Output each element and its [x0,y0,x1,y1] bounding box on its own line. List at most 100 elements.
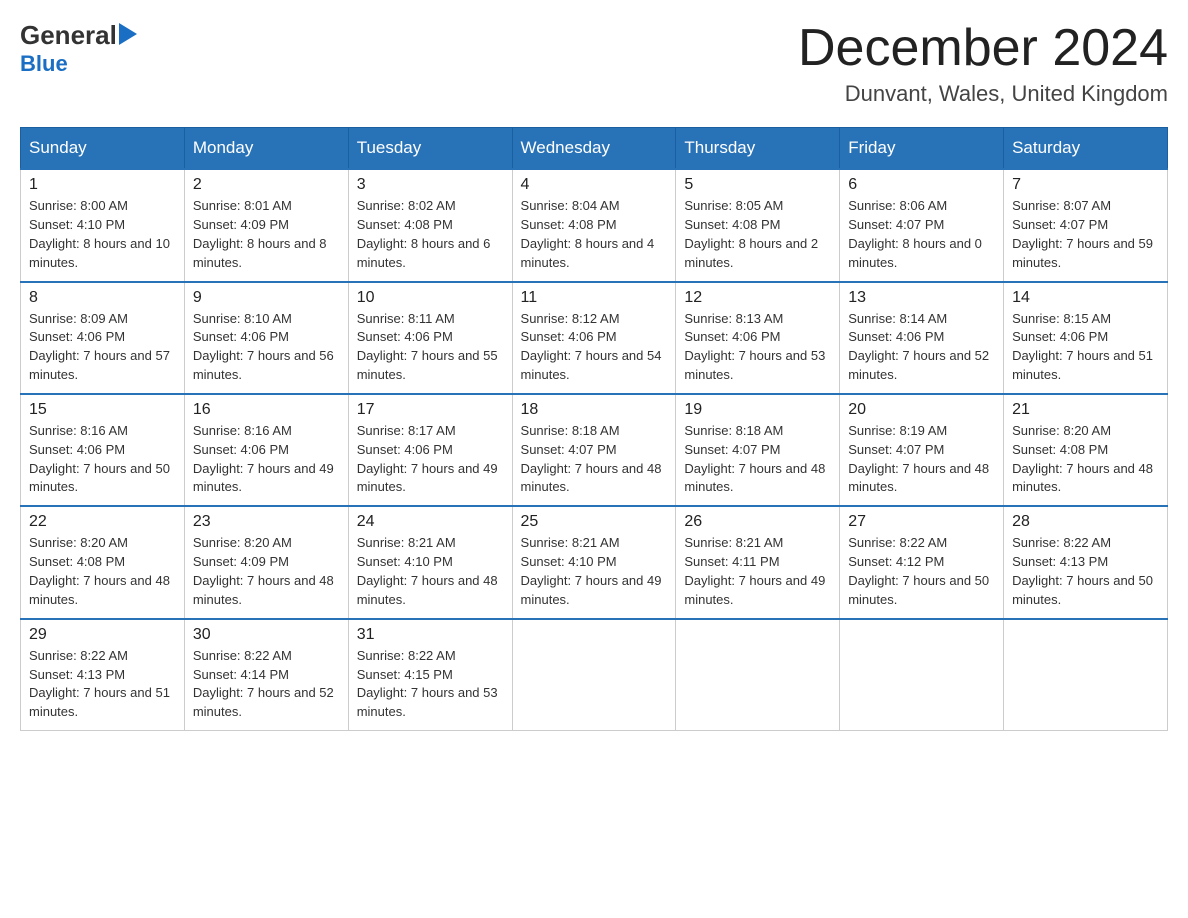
day-cell: 13 Sunrise: 8:14 AMSunset: 4:06 PMDaylig… [840,282,1004,394]
day-cell: 17 Sunrise: 8:17 AMSunset: 4:06 PMDaylig… [348,394,512,506]
day-cell: 21 Sunrise: 8:20 AMSunset: 4:08 PMDaylig… [1004,394,1168,506]
day-cell: 3 Sunrise: 8:02 AMSunset: 4:08 PMDayligh… [348,169,512,281]
day-number: 13 [848,289,995,307]
day-cell: 22 Sunrise: 8:20 AMSunset: 4:08 PMDaylig… [21,506,185,618]
day-info: Sunrise: 8:02 AMSunset: 4:08 PMDaylight:… [357,197,504,272]
day-number: 11 [521,289,668,307]
day-cell [512,619,676,731]
day-number: 21 [1012,401,1159,419]
day-cell: 18 Sunrise: 8:18 AMSunset: 4:07 PMDaylig… [512,394,676,506]
day-cell: 11 Sunrise: 8:12 AMSunset: 4:06 PMDaylig… [512,282,676,394]
logo-general: General [20,20,117,51]
day-cell: 20 Sunrise: 8:19 AMSunset: 4:07 PMDaylig… [840,394,1004,506]
day-number: 3 [357,176,504,194]
day-number: 25 [521,513,668,531]
day-cell: 16 Sunrise: 8:16 AMSunset: 4:06 PMDaylig… [184,394,348,506]
day-number: 16 [193,401,340,419]
day-cell: 10 Sunrise: 8:11 AMSunset: 4:06 PMDaylig… [348,282,512,394]
week-row-4: 22 Sunrise: 8:20 AMSunset: 4:08 PMDaylig… [21,506,1168,618]
title-section: December 2024 Dunvant, Wales, United Kin… [798,20,1168,107]
logo-blue: Blue [20,51,68,77]
day-info: Sunrise: 8:12 AMSunset: 4:06 PMDaylight:… [521,310,668,385]
day-number: 14 [1012,289,1159,307]
day-info: Sunrise: 8:16 AMSunset: 4:06 PMDaylight:… [29,422,176,497]
day-info: Sunrise: 8:20 AMSunset: 4:08 PMDaylight:… [1012,422,1159,497]
week-row-5: 29 Sunrise: 8:22 AMSunset: 4:13 PMDaylig… [21,619,1168,731]
month-title: December 2024 [798,20,1168,77]
day-number: 29 [29,626,176,644]
day-number: 5 [684,176,831,194]
day-cell: 25 Sunrise: 8:21 AMSunset: 4:10 PMDaylig… [512,506,676,618]
day-info: Sunrise: 8:22 AMSunset: 4:14 PMDaylight:… [193,647,340,722]
day-info: Sunrise: 8:13 AMSunset: 4:06 PMDaylight:… [684,310,831,385]
day-info: Sunrise: 8:07 AMSunset: 4:07 PMDaylight:… [1012,197,1159,272]
day-cell [676,619,840,731]
day-info: Sunrise: 8:01 AMSunset: 4:09 PMDaylight:… [193,197,340,272]
day-info: Sunrise: 8:09 AMSunset: 4:06 PMDaylight:… [29,310,176,385]
day-number: 31 [357,626,504,644]
day-info: Sunrise: 8:17 AMSunset: 4:06 PMDaylight:… [357,422,504,497]
day-info: Sunrise: 8:04 AMSunset: 4:08 PMDaylight:… [521,197,668,272]
week-row-3: 15 Sunrise: 8:16 AMSunset: 4:06 PMDaylig… [21,394,1168,506]
day-cell: 30 Sunrise: 8:22 AMSunset: 4:14 PMDaylig… [184,619,348,731]
day-cell: 6 Sunrise: 8:06 AMSunset: 4:07 PMDayligh… [840,169,1004,281]
day-cell: 15 Sunrise: 8:16 AMSunset: 4:06 PMDaylig… [21,394,185,506]
day-number: 2 [193,176,340,194]
day-cell: 2 Sunrise: 8:01 AMSunset: 4:09 PMDayligh… [184,169,348,281]
day-number: 6 [848,176,995,194]
day-info: Sunrise: 8:20 AMSunset: 4:08 PMDaylight:… [29,534,176,609]
day-cell: 27 Sunrise: 8:22 AMSunset: 4:12 PMDaylig… [840,506,1004,618]
day-info: Sunrise: 8:00 AMSunset: 4:10 PMDaylight:… [29,197,176,272]
day-number: 8 [29,289,176,307]
day-info: Sunrise: 8:15 AMSunset: 4:06 PMDaylight:… [1012,310,1159,385]
day-cell: 7 Sunrise: 8:07 AMSunset: 4:07 PMDayligh… [1004,169,1168,281]
header-wednesday: Wednesday [512,128,676,170]
calendar-table: SundayMondayTuesdayWednesdayThursdayFrid… [20,127,1168,731]
logo-arrow-icon [119,23,137,50]
day-info: Sunrise: 8:21 AMSunset: 4:10 PMDaylight:… [357,534,504,609]
day-number: 28 [1012,513,1159,531]
day-info: Sunrise: 8:22 AMSunset: 4:13 PMDaylight:… [29,647,176,722]
day-number: 30 [193,626,340,644]
header-saturday: Saturday [1004,128,1168,170]
week-row-1: 1 Sunrise: 8:00 AMSunset: 4:10 PMDayligh… [21,169,1168,281]
day-number: 4 [521,176,668,194]
day-cell [1004,619,1168,731]
day-number: 18 [521,401,668,419]
day-info: Sunrise: 8:18 AMSunset: 4:07 PMDaylight:… [521,422,668,497]
header-sunday: Sunday [21,128,185,170]
week-row-2: 8 Sunrise: 8:09 AMSunset: 4:06 PMDayligh… [21,282,1168,394]
day-cell: 29 Sunrise: 8:22 AMSunset: 4:13 PMDaylig… [21,619,185,731]
day-info: Sunrise: 8:20 AMSunset: 4:09 PMDaylight:… [193,534,340,609]
day-number: 22 [29,513,176,531]
day-cell: 26 Sunrise: 8:21 AMSunset: 4:11 PMDaylig… [676,506,840,618]
day-number: 15 [29,401,176,419]
day-number: 12 [684,289,831,307]
page-header: General Blue December 2024 Dunvant, Wale… [20,20,1168,107]
day-cell: 5 Sunrise: 8:05 AMSunset: 4:08 PMDayligh… [676,169,840,281]
day-info: Sunrise: 8:10 AMSunset: 4:06 PMDaylight:… [193,310,340,385]
day-cell: 19 Sunrise: 8:18 AMSunset: 4:07 PMDaylig… [676,394,840,506]
day-cell: 14 Sunrise: 8:15 AMSunset: 4:06 PMDaylig… [1004,282,1168,394]
day-cell: 1 Sunrise: 8:00 AMSunset: 4:10 PMDayligh… [21,169,185,281]
day-info: Sunrise: 8:19 AMSunset: 4:07 PMDaylight:… [848,422,995,497]
header-thursday: Thursday [676,128,840,170]
day-number: 23 [193,513,340,531]
day-number: 9 [193,289,340,307]
header-monday: Monday [184,128,348,170]
day-number: 19 [684,401,831,419]
day-number: 27 [848,513,995,531]
header-tuesday: Tuesday [348,128,512,170]
calendar-header: SundayMondayTuesdayWednesdayThursdayFrid… [21,128,1168,170]
day-number: 17 [357,401,504,419]
location: Dunvant, Wales, United Kingdom [798,81,1168,107]
day-number: 24 [357,513,504,531]
day-info: Sunrise: 8:22 AMSunset: 4:13 PMDaylight:… [1012,534,1159,609]
day-number: 26 [684,513,831,531]
day-info: Sunrise: 8:16 AMSunset: 4:06 PMDaylight:… [193,422,340,497]
day-cell: 8 Sunrise: 8:09 AMSunset: 4:06 PMDayligh… [21,282,185,394]
day-cell: 23 Sunrise: 8:20 AMSunset: 4:09 PMDaylig… [184,506,348,618]
day-number: 10 [357,289,504,307]
day-info: Sunrise: 8:22 AMSunset: 4:12 PMDaylight:… [848,534,995,609]
day-number: 1 [29,176,176,194]
